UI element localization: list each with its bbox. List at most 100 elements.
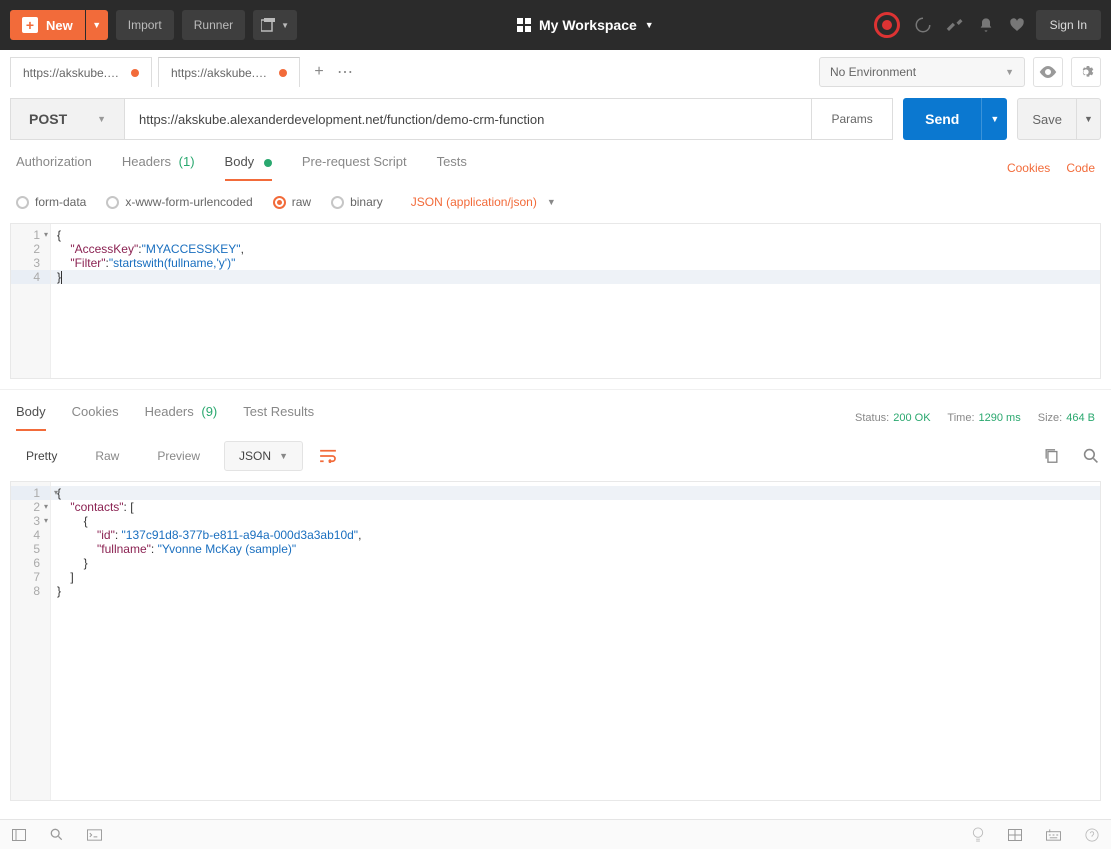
cookies-link[interactable]: Cookies xyxy=(1007,161,1050,175)
panes-button[interactable] xyxy=(1008,829,1022,841)
editor-gutter: 1 2345678 xyxy=(11,482,51,800)
capture-button[interactable] xyxy=(874,12,900,38)
content-type-selector[interactable]: JSON (application/json) ▼ xyxy=(411,195,556,209)
search-icon xyxy=(50,828,63,841)
sidebar-toggle[interactable] xyxy=(12,829,26,841)
tab-prerequest[interactable]: Pre-request Script xyxy=(302,154,407,181)
unsaved-dot-icon xyxy=(131,69,139,77)
workspace-selector[interactable]: My Workspace ▼ xyxy=(297,17,874,33)
console-button[interactable] xyxy=(87,829,102,841)
request-body-editor[interactable]: 1234 { "AccessKey":"MYACCESSKEY", "Filte… xyxy=(10,223,1101,379)
bulb-button[interactable] xyxy=(972,827,984,842)
url-input[interactable]: https://akskube.alexanderdevelopment.net… xyxy=(125,99,811,139)
chevron-down-icon: ▼ xyxy=(281,21,289,30)
tab-tests[interactable]: Tests xyxy=(437,154,467,181)
find-button[interactable] xyxy=(50,828,63,841)
runner-button[interactable]: Runner xyxy=(182,10,245,40)
request-tab-0[interactable]: https://akskube.alexa xyxy=(10,57,152,87)
response-format-selector[interactable]: JSON▼ xyxy=(224,441,303,471)
status-value: 200 OK xyxy=(893,412,930,424)
view-raw[interactable]: Raw xyxy=(81,441,133,471)
new-button-label: New xyxy=(46,18,73,33)
view-preview[interactable]: Preview xyxy=(143,441,214,471)
modified-dot-icon xyxy=(264,159,272,167)
shortcuts-button[interactable] xyxy=(1046,829,1061,841)
environment-selector[interactable]: No Environment ▼ xyxy=(819,57,1025,87)
time-value: 1290 ms xyxy=(979,412,1021,424)
request-tab-label: https://akskube.alexa xyxy=(23,66,123,80)
help-button[interactable] xyxy=(1085,828,1099,842)
add-tab-button[interactable]: + xyxy=(306,59,332,85)
method-selector[interactable]: POST ▼ xyxy=(11,99,125,139)
send-button-label: Send xyxy=(903,111,981,127)
new-window-button[interactable]: ▼ xyxy=(253,10,297,40)
body-type-binary[interactable]: binary xyxy=(331,195,383,209)
tab-body[interactable]: Body xyxy=(225,154,272,181)
save-button-label: Save xyxy=(1018,112,1076,127)
environment-quicklook-button[interactable] xyxy=(1033,57,1063,87)
eye-icon xyxy=(1039,66,1057,78)
layout-icon xyxy=(1008,829,1022,841)
heart-icon[interactable] xyxy=(1008,17,1026,33)
sync-icon[interactable] xyxy=(914,16,932,34)
environment-label: No Environment xyxy=(830,65,916,79)
new-dropdown[interactable]: ▼ xyxy=(86,10,108,40)
keyboard-icon xyxy=(1046,829,1061,841)
request-tab-1[interactable]: https://akskube.alexa xyxy=(158,57,300,87)
editor-gutter: 1234 xyxy=(11,224,51,378)
bulb-icon xyxy=(972,827,984,842)
editor-code[interactable]: { "AccessKey":"MYACCESSKEY", "Filter":"s… xyxy=(51,224,1100,378)
import-button[interactable]: Import xyxy=(116,10,174,40)
save-button[interactable]: Save ▼ xyxy=(1017,98,1101,140)
body-type-row: form-data x-www-form-urlencoded raw bina… xyxy=(0,181,1111,223)
grid-icon xyxy=(517,18,531,32)
editor-code: { "contacts": [ { "id": "137c91d8-377b-e… xyxy=(51,482,1100,800)
signin-button[interactable]: Sign In xyxy=(1036,10,1101,40)
console-icon xyxy=(87,829,102,841)
radio-icon xyxy=(16,196,29,209)
send-dropdown[interactable]: ▼ xyxy=(981,98,1007,140)
unsaved-dot-icon xyxy=(279,69,287,77)
statusbar xyxy=(0,819,1111,849)
wrap-toggle[interactable] xyxy=(313,441,343,471)
bell-icon[interactable] xyxy=(978,16,994,34)
response-body-editor[interactable]: 1 2345678 { "contacts": [ { "id": "137c9… xyxy=(10,481,1101,801)
copy-button[interactable] xyxy=(1044,448,1059,464)
chevron-down-icon: ▼ xyxy=(547,197,556,207)
settings-button[interactable] xyxy=(1071,57,1101,87)
tab-overflow-button[interactable]: ⋯ xyxy=(332,59,358,85)
body-type-raw[interactable]: raw xyxy=(273,195,311,209)
resp-tab-body[interactable]: Body xyxy=(16,404,46,431)
tab-headers[interactable]: Headers (1) xyxy=(122,154,195,181)
resp-tab-cookies[interactable]: Cookies xyxy=(72,404,119,431)
method-label: POST xyxy=(29,111,67,127)
response-toolbar: Pretty Raw Preview JSON▼ xyxy=(0,431,1111,481)
copy-icon xyxy=(1044,448,1059,464)
request-tabbar: https://akskube.alexa https://akskube.al… xyxy=(0,50,1111,94)
send-button[interactable]: Send ▼ xyxy=(903,98,1007,140)
resp-tab-headers[interactable]: Headers (9) xyxy=(145,404,218,431)
panel-icon xyxy=(12,829,26,841)
search-icon xyxy=(1083,448,1099,464)
chevron-down-icon: ▼ xyxy=(97,114,106,124)
code-link[interactable]: Code xyxy=(1066,161,1095,175)
tab-authorization[interactable]: Authorization xyxy=(16,154,92,181)
save-dropdown[interactable]: ▼ xyxy=(1076,99,1100,139)
record-icon xyxy=(874,12,900,38)
search-response-button[interactable] xyxy=(1083,448,1099,464)
params-button[interactable]: Params xyxy=(811,99,892,139)
plus-icon: + xyxy=(22,17,38,33)
body-type-form-data[interactable]: form-data xyxy=(16,195,86,209)
body-type-urlencoded[interactable]: x-www-form-urlencoded xyxy=(106,195,252,209)
new-button[interactable]: + New xyxy=(10,10,85,40)
resp-tab-testresults[interactable]: Test Results xyxy=(243,404,314,431)
gear-icon xyxy=(1078,64,1094,80)
window-icon xyxy=(261,18,277,32)
help-icon xyxy=(1085,828,1099,842)
view-pretty[interactable]: Pretty xyxy=(12,441,71,471)
topbar: + New ▼ Import Runner ▼ My Workspace ▼ S… xyxy=(0,0,1111,50)
radio-icon xyxy=(273,196,286,209)
chevron-down-icon: ▼ xyxy=(279,451,288,461)
radio-icon xyxy=(331,196,344,209)
wrench-icon[interactable] xyxy=(946,16,964,34)
